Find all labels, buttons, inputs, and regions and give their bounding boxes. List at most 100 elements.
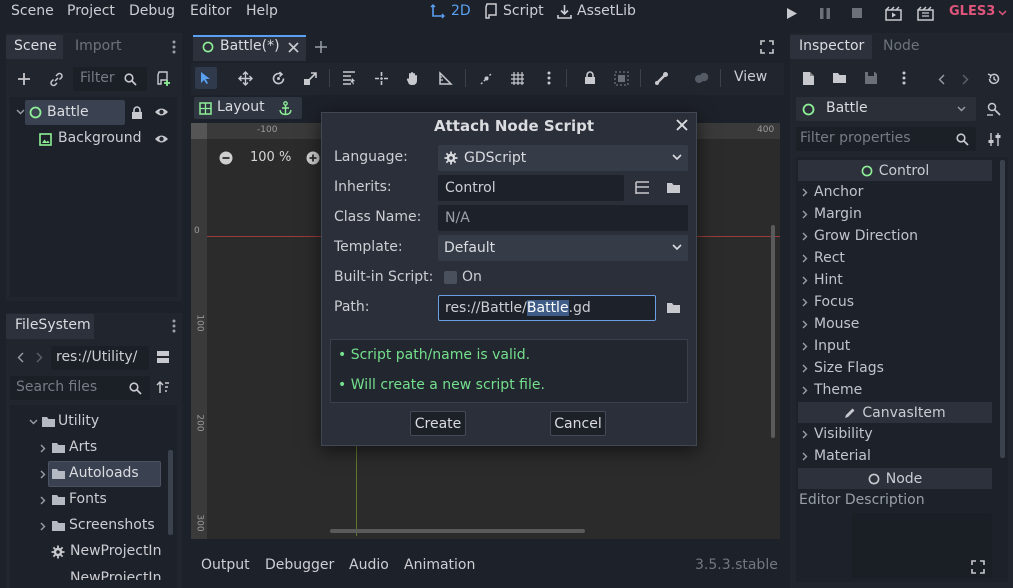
particles-icon[interactable] bbox=[693, 70, 709, 86]
ruler-icon[interactable] bbox=[437, 70, 453, 86]
filesystem-item-fonts[interactable]: Fonts bbox=[69, 491, 107, 507]
play-custom-scene-icon[interactable] bbox=[916, 5, 934, 21]
pan-hand-icon[interactable] bbox=[405, 70, 421, 86]
scene-dock-menu-icon[interactable] bbox=[171, 39, 177, 55]
menu-editor[interactable]: Editor bbox=[190, 3, 231, 19]
expand-arrow-icon[interactable] bbox=[38, 493, 48, 507]
filesystem-item-newproject-1[interactable]: NewProjectIn bbox=[70, 543, 162, 559]
inspector-item-theme[interactable]: Theme bbox=[802, 382, 862, 398]
smart-snap-icon[interactable] bbox=[478, 70, 494, 86]
inspector-item-size-flags[interactable]: Size Flags bbox=[802, 360, 884, 376]
inspector-section-control[interactable]: Control bbox=[798, 160, 992, 181]
anchor-icon[interactable] bbox=[278, 100, 292, 116]
pause-icon[interactable] bbox=[817, 5, 833, 21]
collapse-arrow-icon[interactable] bbox=[28, 415, 38, 429]
builtin-script-checkbox[interactable] bbox=[444, 271, 457, 284]
link-icon[interactable] bbox=[47, 70, 65, 88]
zoom-out-icon[interactable] bbox=[218, 150, 234, 166]
zoom-level[interactable]: 100 % bbox=[250, 150, 291, 165]
pivot-icon[interactable] bbox=[373, 70, 389, 86]
template-select[interactable]: Default bbox=[438, 235, 688, 261]
canvas-vscrollbar[interactable] bbox=[771, 225, 775, 438]
filesystem-item-newproject-2[interactable]: NewProjectIn bbox=[70, 570, 162, 580]
list-select-icon[interactable] bbox=[341, 70, 357, 86]
load-resource-icon[interactable] bbox=[831, 70, 847, 86]
lock-icon[interactable] bbox=[130, 105, 144, 120]
history-icon[interactable] bbox=[986, 71, 1002, 87]
visibility-eye-icon[interactable] bbox=[153, 106, 169, 118]
inspector-item-hint[interactable]: Hint bbox=[802, 272, 843, 288]
move-icon[interactable] bbox=[237, 70, 253, 86]
filesystem-path-input[interactable]: res://Utility/ bbox=[51, 346, 149, 370]
cancel-button[interactable]: Cancel bbox=[550, 411, 606, 436]
inspector-section-canvasitem[interactable]: CanvasItem bbox=[798, 402, 992, 423]
new-scene-tab-icon[interactable] bbox=[313, 39, 329, 55]
menu-help[interactable]: Help bbox=[246, 3, 278, 19]
scene-tree-label-background[interactable]: Background bbox=[58, 130, 142, 146]
back-icon[interactable] bbox=[14, 350, 26, 364]
inspector-item-anchor[interactable]: Anchor bbox=[802, 184, 863, 200]
grid-snap-icon[interactable] bbox=[509, 70, 525, 86]
inspector-item-margin[interactable]: Margin bbox=[802, 206, 862, 222]
bottom-tab-output[interactable]: Output bbox=[201, 557, 250, 573]
bottom-tab-animation[interactable]: Animation bbox=[404, 557, 475, 573]
inspector-section-node[interactable]: Node bbox=[798, 468, 992, 489]
inspector-scrollbar[interactable] bbox=[1000, 160, 1005, 458]
tools-icon[interactable] bbox=[985, 131, 1003, 147]
tab-scene[interactable]: Scene bbox=[6, 35, 63, 59]
zoom-in-icon[interactable] bbox=[305, 150, 321, 166]
history-forward-icon[interactable] bbox=[959, 72, 971, 86]
renderer-chevron-icon[interactable] bbox=[997, 5, 1007, 21]
inspector-filter-input[interactable]: Filter properties bbox=[796, 127, 976, 151]
path-input[interactable]: res://Battle/Battle .gd bbox=[438, 295, 656, 321]
play-scene-icon[interactable] bbox=[884, 5, 902, 21]
save-resource-icon[interactable] bbox=[863, 70, 879, 86]
inspector-item-input[interactable]: Input bbox=[802, 338, 850, 354]
rotate-icon[interactable] bbox=[270, 70, 286, 86]
expand-textarea-icon[interactable] bbox=[970, 559, 986, 575]
inspector-item-rect[interactable]: Rect bbox=[802, 250, 845, 266]
bottom-tab-debugger[interactable]: Debugger bbox=[265, 557, 334, 573]
inspector-item-focus[interactable]: Focus bbox=[802, 294, 854, 310]
tab-inspector[interactable]: Inspector bbox=[790, 35, 872, 59]
expand-arrow-icon[interactable] bbox=[38, 467, 48, 481]
mode-2d-button[interactable]: 2D bbox=[430, 3, 471, 19]
sort-icon[interactable] bbox=[155, 379, 171, 395]
inspector-item-material[interactable]: Material bbox=[802, 448, 871, 464]
tab-import[interactable]: Import bbox=[75, 38, 121, 54]
inherits-input[interactable]: Control bbox=[438, 175, 624, 201]
play-icon[interactable] bbox=[784, 5, 800, 21]
inspector-item-grow-direction[interactable]: Grow Direction bbox=[802, 228, 918, 244]
split-view-icon[interactable] bbox=[155, 349, 171, 365]
inspector-item-visibility[interactable]: Visibility bbox=[802, 426, 873, 442]
view-menu-button[interactable]: View bbox=[734, 69, 767, 85]
skeleton-icon[interactable] bbox=[653, 70, 669, 86]
lock-icon[interactable] bbox=[582, 70, 598, 86]
history-back-icon[interactable] bbox=[935, 72, 947, 86]
new-resource-icon[interactable] bbox=[800, 70, 816, 86]
stop-icon[interactable] bbox=[849, 5, 865, 21]
expand-arrow-icon[interactable] bbox=[38, 519, 48, 533]
canvas-hscrollbar[interactable] bbox=[330, 529, 585, 533]
filesystem-item-utility[interactable]: Utility bbox=[58, 413, 99, 429]
inspector-item-mouse[interactable]: Mouse bbox=[802, 316, 859, 332]
inspector-menu-icon[interactable] bbox=[897, 70, 911, 86]
filesystem-item-screenshots[interactable]: Screenshots bbox=[69, 517, 155, 533]
filesystem-menu-icon[interactable] bbox=[171, 318, 177, 334]
menu-debug[interactable]: Debug bbox=[129, 3, 175, 19]
create-button[interactable]: Create bbox=[410, 411, 466, 436]
snap-options-menu-icon[interactable] bbox=[542, 70, 556, 86]
mode-assetlib-button[interactable]: AssetLib bbox=[557, 3, 636, 19]
object-properties-icon[interactable] bbox=[985, 100, 1003, 118]
inspector-node-selector[interactable] bbox=[796, 97, 976, 121]
group-icon[interactable] bbox=[613, 70, 629, 86]
class-name-input[interactable]: N/A bbox=[438, 205, 688, 231]
close-icon[interactable] bbox=[674, 117, 690, 133]
add-node-icon[interactable] bbox=[15, 70, 33, 88]
distraction-free-icon[interactable] bbox=[759, 39, 775, 55]
close-tab-icon[interactable] bbox=[286, 40, 300, 54]
menu-project[interactable]: Project bbox=[67, 3, 115, 19]
scale-icon[interactable] bbox=[302, 70, 318, 86]
folder-icon[interactable] bbox=[665, 181, 681, 195]
forward-icon[interactable] bbox=[33, 350, 45, 364]
